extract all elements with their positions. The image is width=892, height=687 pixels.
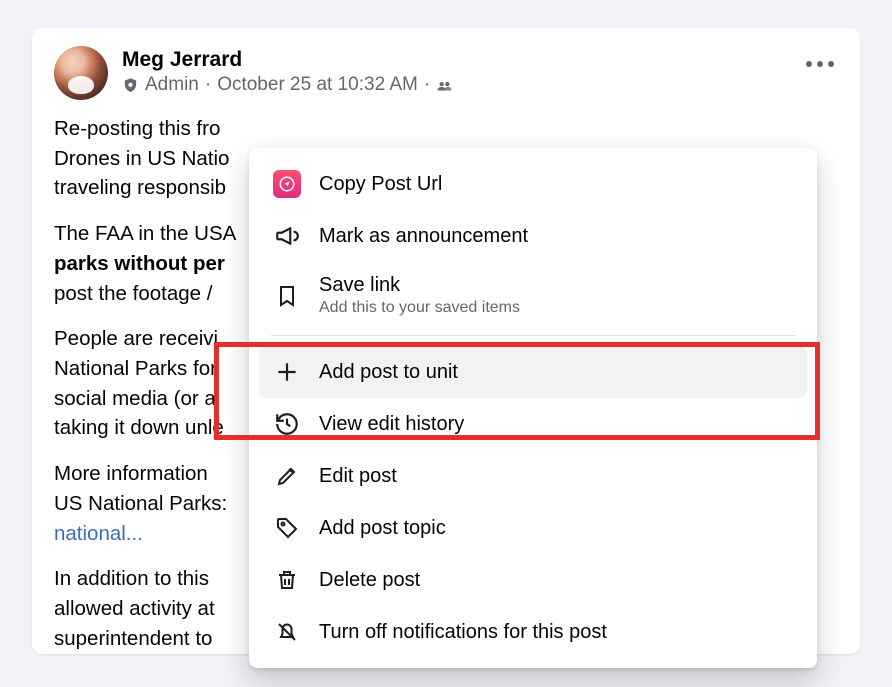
menu-divider — [271, 335, 795, 336]
pencil-icon — [273, 462, 301, 490]
menu-label: Mark as announcement — [319, 225, 528, 248]
post-text: superintendent to — [54, 627, 212, 650]
menu-view-edit-history[interactable]: View edit history — [259, 398, 807, 450]
post-text: allowed activity at — [54, 597, 215, 620]
post-text: post the footage / — [54, 282, 212, 305]
menu-turn-off-notifications[interactable]: Turn off notifications for this post — [259, 606, 807, 658]
author-meta: Meg Jerrard Admin · October 25 at 10:32 … — [122, 46, 453, 96]
history-icon — [273, 410, 301, 438]
post-options-menu: Copy Post Url Mark as announcement Save … — [249, 148, 817, 668]
post-text: More information — [54, 462, 208, 485]
menu-label: Add post to unit — [319, 361, 458, 384]
menu-label: View edit history — [319, 413, 464, 436]
post-options-button[interactable] — [798, 42, 842, 86]
post-link[interactable]: national... — [54, 522, 143, 545]
post-text: US National Parks: — [54, 492, 227, 515]
menu-mark-announcement[interactable]: Mark as announcement — [259, 210, 807, 262]
post-text-bold: parks without per — [54, 252, 225, 275]
menu-label: Turn off notifications for this post — [319, 621, 607, 644]
trash-icon — [273, 566, 301, 594]
bell-off-icon — [273, 618, 301, 646]
menu-label: Add post topic — [319, 517, 446, 540]
menu-add-topic[interactable]: Add post topic — [259, 502, 807, 554]
tag-icon — [273, 514, 301, 542]
post-text: Re-posting this fro — [54, 117, 220, 140]
menu-label: Delete post — [319, 569, 420, 592]
post-timestamp[interactable]: October 25 at 10:32 AM — [217, 74, 418, 96]
avatar[interactable] — [54, 46, 108, 100]
menu-label: Save link — [319, 274, 520, 297]
post-text: traveling responsib — [54, 176, 226, 199]
compass-icon — [273, 170, 301, 198]
admin-shield-icon — [122, 77, 139, 94]
post-text: Drones in US Natio — [54, 147, 229, 170]
bookmark-icon — [273, 282, 301, 310]
plus-icon — [273, 358, 301, 386]
author-role: Admin — [145, 74, 199, 96]
megaphone-icon — [273, 222, 301, 250]
meta-line: Admin · October 25 at 10:32 AM · — [122, 74, 453, 96]
post-text: taking it down unle — [54, 416, 224, 439]
group-privacy-icon[interactable] — [436, 77, 453, 94]
menu-save-link[interactable]: Save link Add this to your saved items — [259, 262, 807, 329]
meta-sep: · — [205, 74, 211, 96]
menu-sublabel: Add this to your saved items — [319, 299, 520, 317]
menu-copy-url[interactable]: Copy Post Url — [259, 158, 807, 210]
meta-sep: · — [424, 74, 430, 96]
menu-label: Copy Post Url — [319, 173, 442, 196]
post-text: People are receivi — [54, 327, 218, 350]
ellipsis-icon — [806, 61, 834, 67]
post-text: The FAA in the USA — [54, 222, 236, 245]
post-header: Meg Jerrard Admin · October 25 at 10:32 … — [32, 46, 860, 100]
author-name[interactable]: Meg Jerrard — [122, 48, 453, 72]
menu-add-to-unit[interactable]: Add post to unit — [259, 346, 807, 398]
post-text: social media (or a — [54, 387, 216, 410]
menu-delete-post[interactable]: Delete post — [259, 554, 807, 606]
post-text: In addition to this — [54, 567, 209, 590]
menu-edit-post[interactable]: Edit post — [259, 450, 807, 502]
post-text: National Parks for — [54, 357, 217, 380]
menu-label: Edit post — [319, 465, 397, 488]
